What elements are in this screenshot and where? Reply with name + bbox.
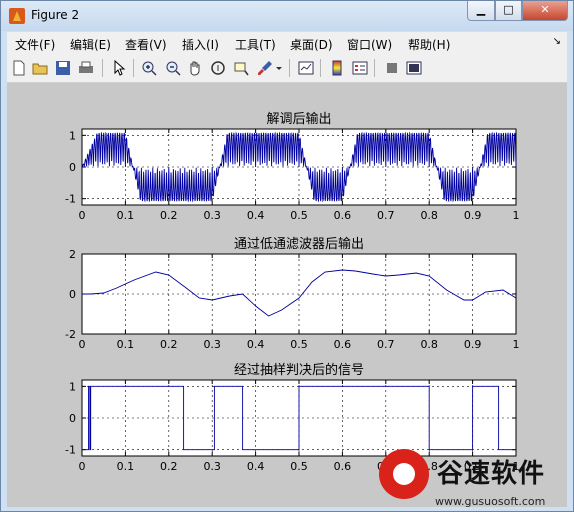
x-tick-label: 0 [79,338,86,351]
y-tick-label: 0 [69,288,76,301]
x-tick-label: 0.2 [160,209,178,222]
menu-help[interactable]: 帮助(H) [408,36,450,53]
pointer-icon[interactable] [111,59,127,76]
x-tick-label: 0.6 [334,209,352,222]
x-tick-label: 0.6 [334,460,352,473]
figure-window: Figure 2 ▁ □ ✕ 文件(F) 编辑(E) 查看(V) 插入(I) 工… [0,0,574,512]
y-tick-label: 0 [69,412,76,425]
axes-title: 通过低通滤波器后输出 [234,236,364,252]
x-tick-label: 0.1 [117,338,135,351]
x-tick-label: 0.4 [247,209,265,222]
x-tick-label: 0.3 [203,338,221,351]
x-tick-label: 0 [79,209,86,222]
y-tick-label: 0 [69,161,76,174]
y-tick-label: 2 [69,248,76,261]
x-tick-label: 0.7 [377,338,395,351]
x-tick-label: 0.5 [290,209,308,222]
x-tick-label: 0.6 [334,338,352,351]
x-tick-label: 0.8 [420,209,438,222]
data-cursor-icon[interactable] [233,60,249,76]
x-tick-label: 1 [513,338,520,351]
save-icon[interactable] [55,60,71,76]
minimize-button[interactable]: ▁ [467,1,495,21]
toolbar-separator [133,59,134,77]
y-tick-label: -1 [65,444,76,457]
x-tick-label: 0 [79,460,86,473]
legend-icon[interactable] [352,60,368,76]
menu-tools[interactable]: 工具(T) [235,36,276,53]
x-tick-label: 0.8 [420,338,438,351]
watermark-logo [379,449,429,499]
toolbar-separator [102,59,103,77]
dock-arrow-icon[interactable]: ↘ [553,36,561,47]
brush-icon[interactable] [257,60,273,76]
plots-svg: 解调后输出0 0.1 0.2 0.3 0.4 0.5 0.6 0.7 0.8 0.9 110-1通过… [65,111,519,473]
axes-title: 经过抽样判决后的信号 [234,362,364,378]
hide-plot-tools-icon[interactable] [384,60,400,76]
open-folder-icon[interactable] [32,60,48,76]
toolbar-separator [289,59,290,77]
menu-view[interactable]: 查看(V) [125,36,167,53]
matlab-icon [9,8,25,24]
subplot-1: 解调后输出0 0.1 0.2 0.3 0.4 0.5 0.6 0.7 0.8 0.9 110-1 [65,111,519,222]
menu-edit[interactable]: 编辑(E) [70,36,111,53]
x-tick-label: 0.2 [160,460,178,473]
brush-dropdown-icon[interactable] [275,60,283,76]
toolbar-separator [374,59,375,77]
menu-bar: 文件(F) 编辑(E) 查看(V) 插入(I) 工具(T) 桌面(D) 窗口(W… [7,32,567,54]
axes-title: 解调后输出 [266,111,331,127]
toolbar-separator [320,59,321,77]
x-tick-label: 1 [513,209,520,222]
x-tick-label: 0.1 [117,460,135,473]
y-tick-label: 1 [69,129,76,142]
y-tick-label: -1 [65,193,76,206]
watermark: 谷速软件 www.gusuosoft.com [377,449,573,511]
y-tick-label: -2 [65,328,76,341]
close-button[interactable]: ✕ [522,1,568,21]
x-tick-label: 0.5 [290,460,308,473]
zoom-in-icon[interactable] [141,60,157,76]
x-tick-label: 0.3 [203,209,221,222]
watermark-text: 谷速软件 [437,459,546,489]
x-tick-label: 0.7 [377,209,395,222]
rotate-3d-icon[interactable] [210,60,226,76]
title-bar[interactable]: Figure 2 ▁ □ ✕ [1,1,573,31]
menu-desktop[interactable]: 桌面(D) [290,36,333,53]
x-tick-label: 0.9 [464,338,482,351]
x-tick-label: 0.2 [160,338,178,351]
menu-insert[interactable]: 插入(I) [182,36,219,53]
show-plot-tools-icon[interactable] [406,60,422,76]
print-icon[interactable] [78,60,94,76]
x-tick-label: 0.4 [247,338,265,351]
y-tick-label: 1 [69,380,76,393]
maximize-button[interactable]: □ [495,1,522,21]
x-tick-label: 0.9 [464,209,482,222]
x-tick-label: 0.4 [247,460,265,473]
x-tick-label: 0.5 [290,338,308,351]
x-tick-label: 0.1 [117,209,135,222]
link-plot-icon[interactable] [298,60,314,76]
pan-hand-icon[interactable] [187,60,203,76]
figure-canvas: 解调后输出 0 0.1 0.2 0.3 0.4 0.5 0.6 0.7 0.8 0.9 1 1 0 -1 通过… [7,83,567,507]
menu-file[interactable]: 文件(F) [15,36,55,53]
subplot-2: 通过低通滤波器后输出 0 0.1 0.2 0.3 0.4 0.5 0.6 0.7 0.8 0.9 1 2… [65,236,519,351]
x-tick-label: 0.3 [203,460,221,473]
new-file-icon[interactable] [11,60,27,76]
colorbar-icon[interactable] [329,60,345,76]
zoom-out-icon[interactable] [165,60,181,76]
window-title: Figure 2 [31,8,80,22]
menu-window[interactable]: 窗口(W) [347,36,392,53]
watermark-url: www.gusuosoft.com [435,495,546,508]
toolbar [7,54,567,83]
